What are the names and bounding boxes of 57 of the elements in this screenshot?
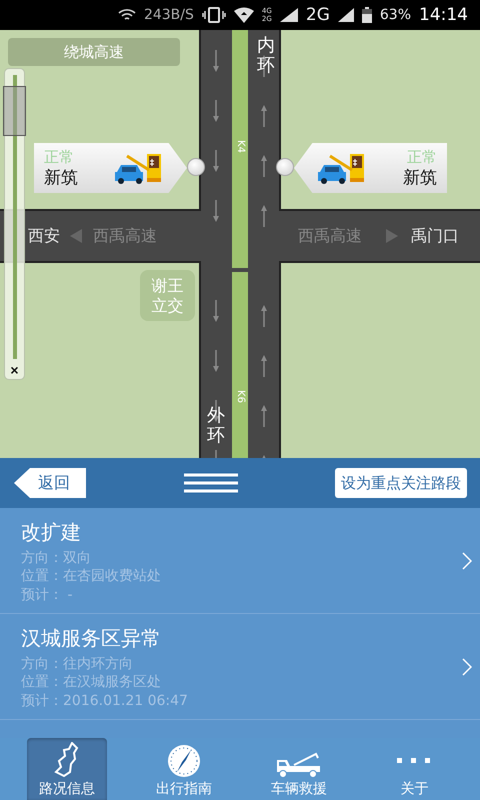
battery-icon: [362, 7, 372, 23]
chevron-right-icon: [462, 658, 472, 676]
station-name: 新筑: [44, 166, 78, 188]
kilometer-marker: K4: [234, 140, 246, 153]
station-node[interactable]: [187, 158, 205, 176]
road-label: 西禹高速: [298, 226, 362, 247]
incident-location: 位置：在汉城服务区处: [21, 673, 162, 692]
signal-icon: [338, 8, 354, 22]
tab[interactable]: 路况信息: [27, 738, 108, 800]
station-status: 正常: [407, 148, 437, 166]
chevron-right-icon: [462, 552, 472, 570]
incident-direction: 方向：往内环方向: [21, 654, 134, 674]
tab[interactable]: 车辆救援: [249, 738, 349, 800]
back-button[interactable]: 返回: [14, 468, 86, 498]
station-status: 正常: [44, 148, 74, 166]
incident-eta: 预计：2016.01.21 06:47: [21, 692, 189, 710]
station-node[interactable]: [276, 158, 294, 176]
follow-segment-button[interactable]: 设为重点关注路段: [335, 468, 467, 498]
clock: 14:14: [419, 5, 468, 25]
menu-icon[interactable]: [184, 473, 238, 493]
battery-level: 63%: [380, 7, 411, 23]
tow-truck-icon: [276, 750, 322, 778]
incident-direction: 方向：双向: [21, 548, 92, 568]
network-label: 2G: [306, 5, 330, 25]
wifi-signal-icon: [234, 7, 254, 23]
ring-road-label: 外环: [207, 406, 225, 446]
network-speed: 243B/S: [144, 7, 194, 23]
station-name: 新筑: [403, 166, 437, 188]
ring-road-label: 内环: [257, 36, 275, 76]
city-label: 禹门口: [411, 226, 459, 247]
highway-title: 绕城高速: [8, 38, 180, 66]
incident-location: 位置：在杏园收费站处: [21, 567, 162, 586]
compass-icon: [166, 744, 201, 778]
right-triangle-icon: [386, 229, 398, 243]
incident-item[interactable]: 汉城服务区异常 方向：往内环方向 位置：在汉城服务区处 预计：2016.01.21 06:47: [0, 614, 480, 720]
kilometer-marker: K6: [234, 390, 246, 403]
slider-thumb[interactable]: [3, 86, 26, 136]
interchange-label: 谢王立交: [140, 270, 195, 321]
incident-title: 汉城服务区异常: [21, 624, 162, 652]
tab[interactable]: 关于: [364, 738, 464, 800]
zoom-slider[interactable]: ×: [4, 68, 25, 380]
more-icon: [397, 756, 432, 764]
map-outline-icon: [54, 742, 80, 778]
road-map[interactable]: 绕城高速 正常 新筑 正常 新筑 内环 外环 K4 K6 西安 西禹高速 西禹高速 禹门口 谢王立交 ×: [0, 30, 480, 458]
incident-eta: 预计： -: [21, 586, 74, 604]
tab[interactable]: 出行指南: [134, 738, 234, 800]
toll-station-callout[interactable]: 正常 新筑: [34, 143, 187, 193]
close-button[interactable]: ×: [5, 361, 24, 379]
wifi-icon: [118, 8, 136, 22]
toll-station-callout[interactable]: 正常 新筑: [294, 143, 447, 193]
left-triangle-icon: [70, 229, 82, 243]
vibrate-icon: [202, 7, 226, 23]
incident-item[interactable]: 改扩建 方向：双向 位置：在杏园收费站处 预计： -: [0, 508, 480, 614]
road-label: 西禹高速: [93, 226, 157, 247]
city-label: 西安: [28, 226, 60, 247]
incident-title: 改扩建: [21, 518, 82, 546]
signal-icon: [280, 8, 298, 22]
